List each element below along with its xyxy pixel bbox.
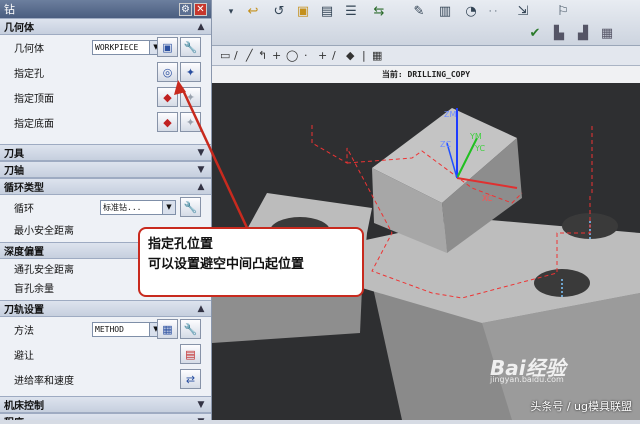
source-watermark: 头条号 / ug模具联盟: [530, 400, 632, 413]
callout-line-1: 指定孔位置: [148, 237, 214, 252]
baidu-url: jingyan.baidu.com: [490, 375, 564, 384]
callout-line-2: 可以设置避空中间凸起位置: [148, 257, 305, 272]
annotation-callout: 指定孔位置 可以设置避空中间凸起位置: [138, 227, 364, 297]
